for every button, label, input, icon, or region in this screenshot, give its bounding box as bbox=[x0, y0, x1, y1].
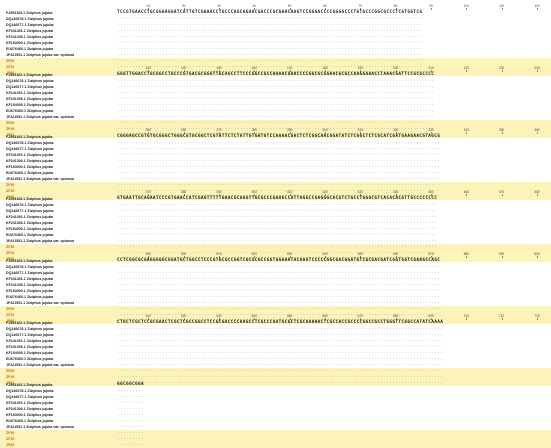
ruler-tick bbox=[537, 194, 538, 196]
ruler-tick bbox=[466, 256, 468, 258]
taxon-label[interactable]: JF421551.1 Ziziphus jujuba var. spinosa bbox=[6, 362, 74, 368]
taxon-label[interactable]: JF421551.1 Ziziphus jujuba var. spinosa bbox=[6, 238, 74, 244]
ruler-tick bbox=[466, 70, 468, 72]
ruler-tick bbox=[537, 70, 538, 72]
taxon-label[interactable]: JF421551.1 Ziziphus jujuba var. spinosa bbox=[6, 176, 74, 182]
ruler-tick bbox=[537, 318, 538, 320]
ruler-tick bbox=[466, 8, 468, 10]
ruler-tick bbox=[537, 256, 538, 258]
alignment-viewer: { "taxa": [ "FJ593163.1 Ziziphus jujuba"… bbox=[0, 0, 551, 448]
alignment-block: 490 500 510 520 530 540 550 560 570 580 590 600 FJ59… bbox=[0, 252, 551, 324]
ruler-tick bbox=[466, 194, 468, 196]
alignment-block: FJ593163.1 Ziziphus jujuba DQ146678.1 Ziz… bbox=[0, 376, 551, 448]
alignment-block: 250 260 270 280 290 300 310 320 330 340 350 360 FJ59… bbox=[0, 128, 551, 200]
ruler-tick bbox=[501, 194, 503, 196]
ruler-tick bbox=[501, 70, 503, 72]
sequence-row[interactable]: ......... bbox=[117, 442, 144, 448]
alignment-block: 370 380 390 400 410 420 430 440 450 460 470 480 FJ59… bbox=[0, 190, 551, 262]
ruler-tick bbox=[466, 318, 468, 320]
ruler-tick bbox=[537, 132, 538, 134]
ruler-tick bbox=[501, 256, 503, 258]
ruler-tick bbox=[466, 132, 468, 134]
taxon-label[interactable]: JF421551.1 Ziziphus jujuba var. spinosa bbox=[6, 114, 74, 120]
taxon-label[interactable]: JF421551.1 Ziziphus jujuba var. spinosa bbox=[6, 424, 74, 430]
alignment-block: 130 140 150 160 170 180 190 200 210 220 230 240 FJ59… bbox=[0, 66, 551, 138]
taxon-label[interactable]: JF421551.1 Ziziphus jujuba var. spinosa bbox=[6, 300, 74, 306]
ruler-tick bbox=[537, 8, 538, 10]
ruler-tick bbox=[501, 8, 503, 10]
highlight-band bbox=[0, 430, 551, 448]
alignment-block: 10 20 30 40 50 60 70 80 90 100 110 120 FJ593163.1 Zi… bbox=[0, 4, 551, 76]
taxon-label[interactable]: JF421551.1 Ziziphus jujuba var. spinosa bbox=[6, 52, 74, 58]
ruler-tick bbox=[501, 318, 503, 320]
ruler-tick bbox=[431, 8, 432, 10]
taxon-label[interactable]: JF83 bbox=[6, 442, 14, 448]
ruler-tick bbox=[501, 132, 503, 134]
alignment-block: 610 620 630 640 650 660 670 680 690 700 710 720 FJ59… bbox=[0, 314, 551, 386]
position-ruler bbox=[117, 376, 541, 382]
